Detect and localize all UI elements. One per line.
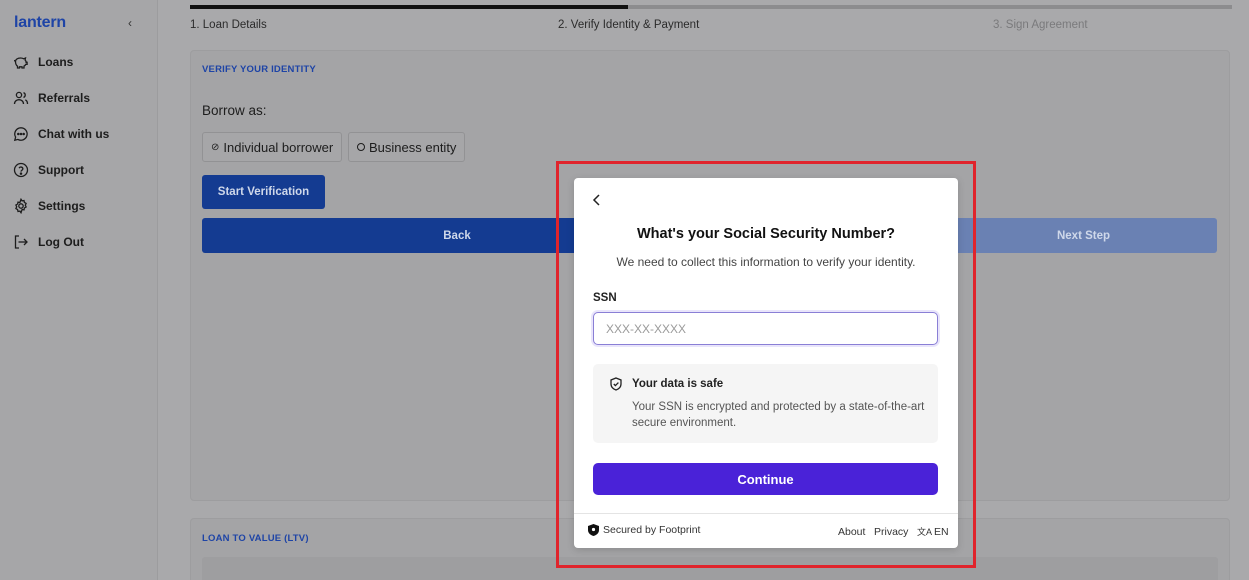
sidebar-item-label: Support <box>38 163 84 177</box>
sidebar-item-label: Referrals <box>38 91 91 105</box>
language-label: EN <box>934 525 949 538</box>
section-title-verify: VERIFY YOUR IDENTITY <box>202 64 316 75</box>
option-individual-borrower[interactable]: ⊘ Individual borrower <box>202 132 343 162</box>
ltv-content <box>202 557 1218 580</box>
start-verification-button[interactable]: Start Verification <box>202 175 325 209</box>
modal-title: What's your Social Security Number? <box>636 226 896 242</box>
step-loan-details: 1. Loan Details <box>190 19 267 31</box>
shield-check-icon <box>610 377 622 391</box>
sidebar: lantern ‹ Loans Referrals Chat with us S… <box>0 0 158 580</box>
gear-icon <box>15 198 27 214</box>
step-sign-agreement: 3. Sign Agreement <box>993 19 1088 31</box>
step-progress-bar <box>190 5 1232 9</box>
logout-icon <box>14 235 28 249</box>
option-label: Individual borrower <box>223 139 334 155</box>
piggy-bank-icon <box>13 56 28 69</box>
sidebar-item-chat[interactable]: Chat with us <box>13 122 109 146</box>
translate-icon: 文A <box>917 527 933 537</box>
data-safe-title: Your data is safe <box>632 378 724 390</box>
ssn-label: SSN <box>593 292 617 304</box>
section-title-ltv: LOAN TO VALUE (LTV) <box>202 533 309 544</box>
ssn-input[interactable] <box>593 312 938 345</box>
sidebar-item-referrals[interactable]: Referrals <box>13 86 90 110</box>
data-safe-notice: Your data is safe Your SSN is encrypted … <box>593 364 938 443</box>
modal-footer: Secured by Footprint About Privacy 文A EN <box>574 513 958 548</box>
option-business-entity[interactable]: Business entity <box>348 132 466 162</box>
about-link[interactable]: About <box>838 526 865 538</box>
sidebar-item-support[interactable]: Support <box>13 158 84 182</box>
borrow-as-label: Borrow as: <box>202 103 267 118</box>
radio-selected-icon: ⊘ <box>211 141 220 153</box>
sidebar-item-settings[interactable]: Settings <box>13 194 85 218</box>
collapse-sidebar-icon[interactable]: ‹ <box>128 16 132 30</box>
sidebar-item-loans[interactable]: Loans <box>13 50 73 74</box>
sidebar-item-label: Loans <box>38 55 74 69</box>
help-circle-icon <box>13 162 29 178</box>
privacy-link[interactable]: Privacy <box>874 526 908 538</box>
continue-button[interactable]: Continue <box>593 463 938 495</box>
sidebar-item-label: Settings <box>38 199 86 213</box>
secured-label: Secured by Footprint <box>603 524 701 536</box>
back-arrow-icon[interactable] <box>590 192 604 208</box>
chat-icon <box>13 127 28 142</box>
data-safe-text: Your SSN is encrypted and protected by a… <box>632 401 925 429</box>
secured-by-footprint[interactable]: Secured by Footprint <box>588 524 700 536</box>
sidebar-item-label: Chat with us <box>38 127 110 141</box>
sidebar-item-logout[interactable]: Log Out <box>13 230 84 254</box>
ssn-modal: What's your Social Security Number? We n… <box>574 178 958 548</box>
radio-empty-icon <box>357 143 365 151</box>
language-selector[interactable]: 文A EN <box>917 525 949 538</box>
footprint-shield-icon <box>588 524 599 536</box>
sidebar-item-label: Log Out <box>38 235 84 249</box>
step-progress-fill <box>190 5 628 9</box>
step-verify-identity: 2. Verify Identity & Payment <box>558 19 700 31</box>
option-label: Business entity <box>369 139 457 155</box>
modal-subtitle: We need to collect this information to v… <box>616 255 916 269</box>
users-icon <box>13 91 29 105</box>
app-logo[interactable]: lantern <box>14 14 66 32</box>
